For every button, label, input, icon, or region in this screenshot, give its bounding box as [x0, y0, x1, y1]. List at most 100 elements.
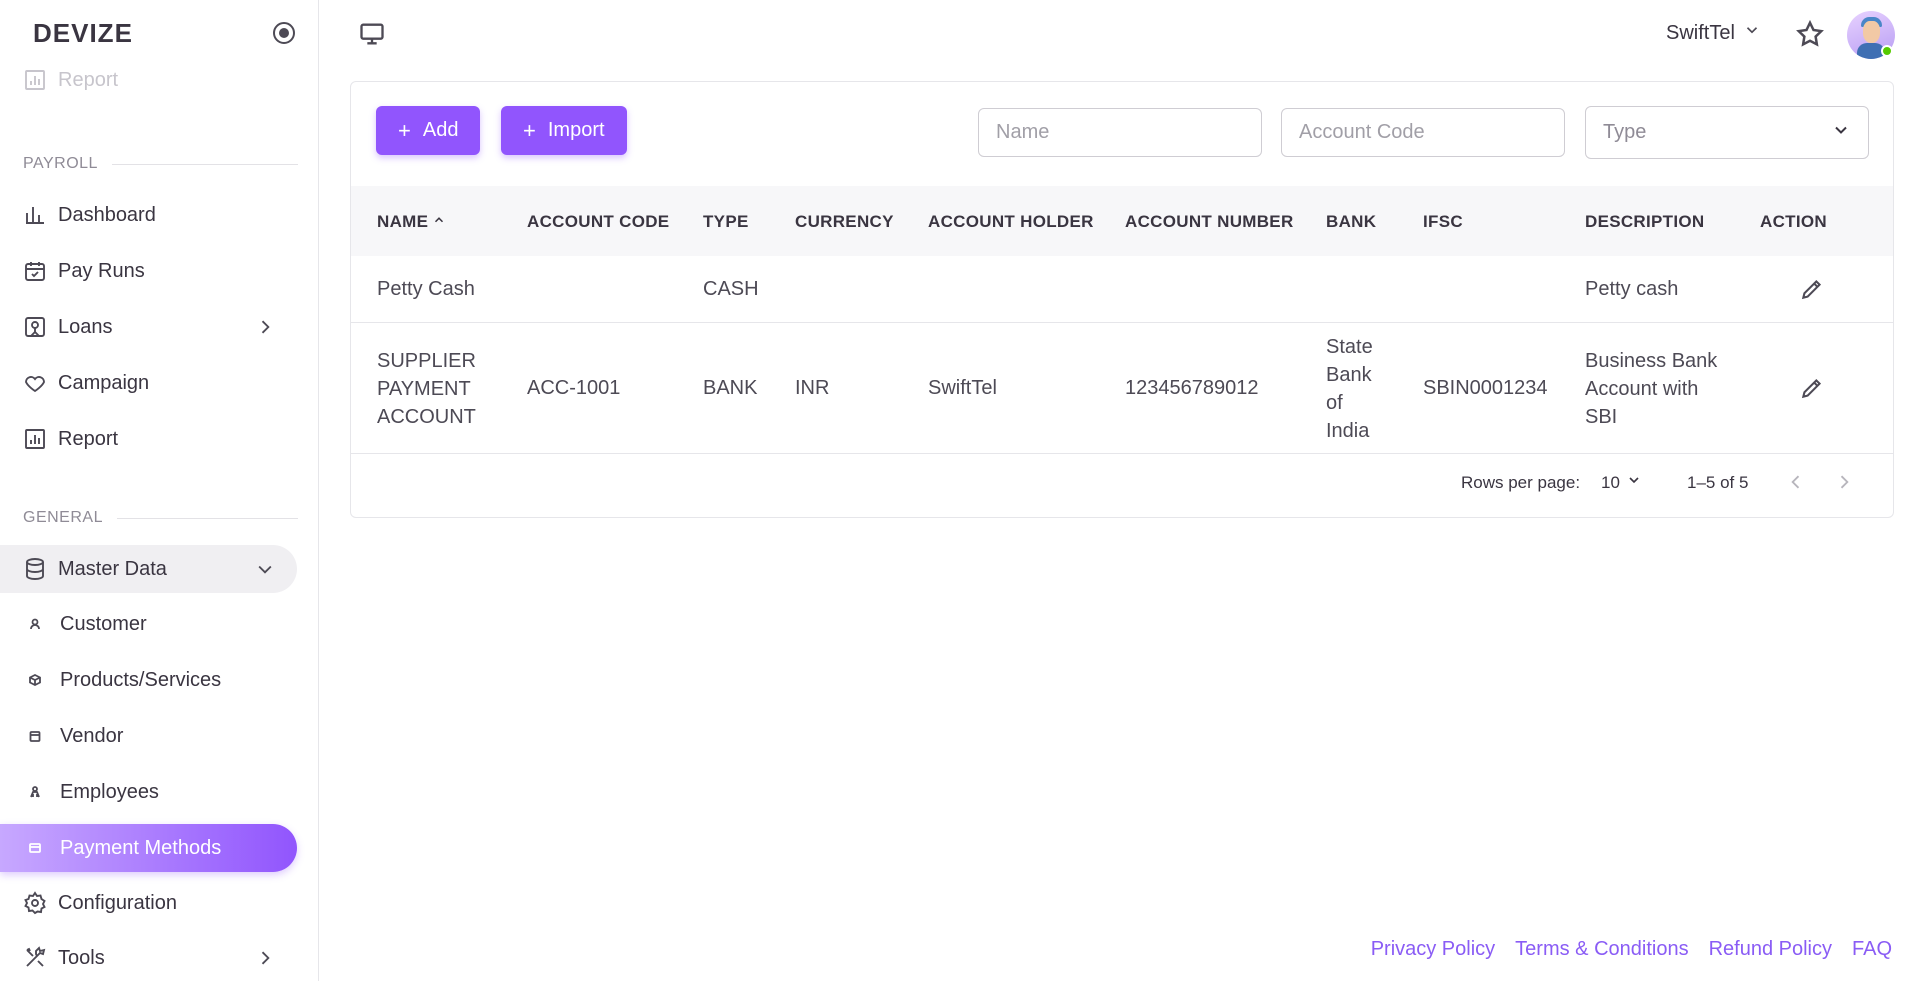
sidebar-item-label: Dashboard [58, 203, 156, 226]
sidebar-item-campaign[interactable]: Campaign [0, 359, 297, 407]
store-icon [28, 729, 42, 743]
column-header-label: NAME [377, 212, 429, 231]
sidebar-item-tools[interactable]: Tools [0, 934, 297, 981]
cell-description: Business Bank Account with SBI [1585, 350, 1718, 428]
refund-policy-link[interactable]: Refund Policy [1709, 938, 1832, 961]
sidebar-item-loans[interactable]: Loans [0, 303, 297, 351]
column-header-type[interactable]: TYPE [703, 212, 749, 232]
import-button[interactable]: + Import [501, 106, 627, 155]
column-header-action: ACTION [1760, 212, 1827, 231]
import-button-label: Import [547, 119, 605, 141]
add-button[interactable]: + Add [376, 106, 481, 155]
card-icon [28, 841, 42, 855]
table-header: NAME ACCOUNT CODE TYPE CURRENCY ACCOUNT … [351, 186, 1893, 256]
type-filter-select[interactable]: Type [1585, 106, 1869, 159]
sidebar-item-customer[interactable]: Customer [0, 600, 297, 648]
account-code-filter-field[interactable] [1281, 108, 1565, 157]
chevron-down-icon [255, 559, 275, 585]
cell-ifsc: SBIN0001234 [1423, 377, 1548, 399]
rows-per-page-label: Rows per page: [1461, 473, 1581, 492]
heart-icon [22, 370, 48, 396]
privacy-policy-link[interactable]: Privacy Policy [1371, 938, 1495, 961]
sidebar-item-report-faded[interactable]: Report [0, 60, 297, 100]
chevron-right-icon [255, 317, 275, 343]
table-row: SUPPLIER PAYMENT ACCOUNT ACC-1001 BANK I… [351, 323, 1893, 454]
cell-name: SUPPLIER PAYMENT ACCOUNT [377, 350, 476, 428]
cell-account-holder: SwiftTel [928, 377, 997, 399]
account-code-filter-input[interactable] [1299, 121, 1547, 144]
sidebar-item-dashboard[interactable]: Dashboard [0, 191, 297, 239]
sidebar-item-label: Master Data [58, 557, 167, 580]
database-icon [22, 556, 48, 582]
company-switcher[interactable]: SwiftTel [1666, 21, 1761, 45]
chevron-down-icon [1626, 472, 1642, 493]
sidebar-item-label: Products/Services [60, 668, 222, 691]
column-header-description[interactable]: DESCRIPTION [1585, 212, 1704, 232]
column-header-account-holder[interactable]: ACCOUNT HOLDER [928, 212, 1094, 232]
online-status-badge [1881, 45, 1893, 57]
brand-logo: DEVIZE [33, 18, 133, 48]
sidebar-item-pay-runs[interactable]: Pay Runs [0, 247, 297, 295]
sidebar-item-employees[interactable]: Employees [0, 768, 297, 816]
sidebar-item-configuration[interactable]: Configuration [0, 879, 297, 927]
sidebar-item-payment-methods[interactable]: Payment Methods [0, 824, 297, 872]
name-filter-field[interactable] [978, 108, 1262, 157]
faq-link[interactable]: FAQ [1852, 938, 1892, 961]
sidebar-item-label: Report [58, 68, 119, 91]
chevron-down-icon [1743, 21, 1761, 45]
section-header-payroll: PAYROLL [23, 155, 298, 173]
edit-icon[interactable] [1799, 375, 1825, 401]
column-header-account-code[interactable]: ACCOUNT CODE [527, 212, 669, 232]
section-header-general: GENERAL [23, 509, 298, 527]
chevron-down-icon [1831, 120, 1851, 146]
sidebar-item-label: Campaign [58, 371, 150, 394]
sidebar-item-master-data[interactable]: Master Data [0, 545, 297, 593]
cell-account-number: 123456789012 [1125, 377, 1259, 399]
sidebar-item-label: Payment Methods [60, 836, 222, 859]
column-header-bank[interactable]: BANK [1326, 212, 1376, 232]
people-icon [28, 785, 42, 799]
gear-icon [22, 890, 48, 916]
person-icon [28, 617, 42, 631]
sidebar-toggle-icon[interactable] [273, 22, 295, 44]
name-filter-input[interactable] [996, 121, 1244, 144]
terms-conditions-link[interactable]: Terms & Conditions [1515, 938, 1688, 961]
sidebar-item-label: Pay Runs [58, 259, 145, 282]
cell-currency: INR [795, 377, 830, 399]
rows-per-page-value: 10 [1601, 472, 1620, 492]
bar-chart-icon [22, 202, 48, 228]
sidebar-item-label: Loans [58, 315, 113, 338]
add-button-label: Add [422, 119, 459, 141]
avatar-face [1863, 21, 1880, 43]
sidebar-item-label: Vendor [60, 724, 124, 747]
sort-ascending-icon [432, 212, 446, 232]
sidebar-item-label: Customer [60, 612, 147, 635]
sidebar-item-vendor[interactable]: Vendor [0, 712, 297, 760]
calendar-check-icon [22, 258, 48, 284]
rows-per-page-select[interactable]: 10 [1601, 472, 1642, 493]
column-header-account-number[interactable]: ACCOUNT NUMBER [1125, 212, 1294, 232]
cell-type: BANK [703, 377, 758, 399]
report-icon [22, 426, 48, 452]
sidebar-item-products-services[interactable]: Products/Services [0, 656, 297, 704]
column-header-ifsc[interactable]: IFSC [1423, 212, 1463, 232]
sidebar-item-report[interactable]: Report [0, 415, 297, 463]
type-filter-placeholder: Type [1603, 121, 1647, 143]
pagination-range: 1–5 of 5 [1687, 473, 1749, 492]
chevron-right-icon[interactable] [1834, 472, 1854, 492]
sidebar-item-label: Report [58, 427, 119, 450]
chevron-left-icon[interactable] [1786, 472, 1806, 492]
star-icon[interactable] [1795, 19, 1825, 49]
company-name: SwiftTel [1666, 21, 1735, 44]
monitor-icon[interactable] [358, 20, 386, 48]
chevron-right-icon [255, 948, 275, 974]
cell-account-code: ACC-1001 [527, 377, 621, 399]
payment-methods-card: + Add + Import Type NAME ACCOUNT CODE TY… [350, 81, 1894, 518]
column-header-currency[interactable]: CURRENCY [795, 212, 894, 232]
column-header-name[interactable]: NAME [377, 212, 446, 232]
tools-icon [22, 945, 48, 971]
cell-name: Petty Cash [377, 278, 475, 300]
sidebar-item-label: Tools [58, 946, 105, 969]
loan-icon [22, 314, 48, 340]
edit-icon[interactable] [1799, 276, 1825, 302]
